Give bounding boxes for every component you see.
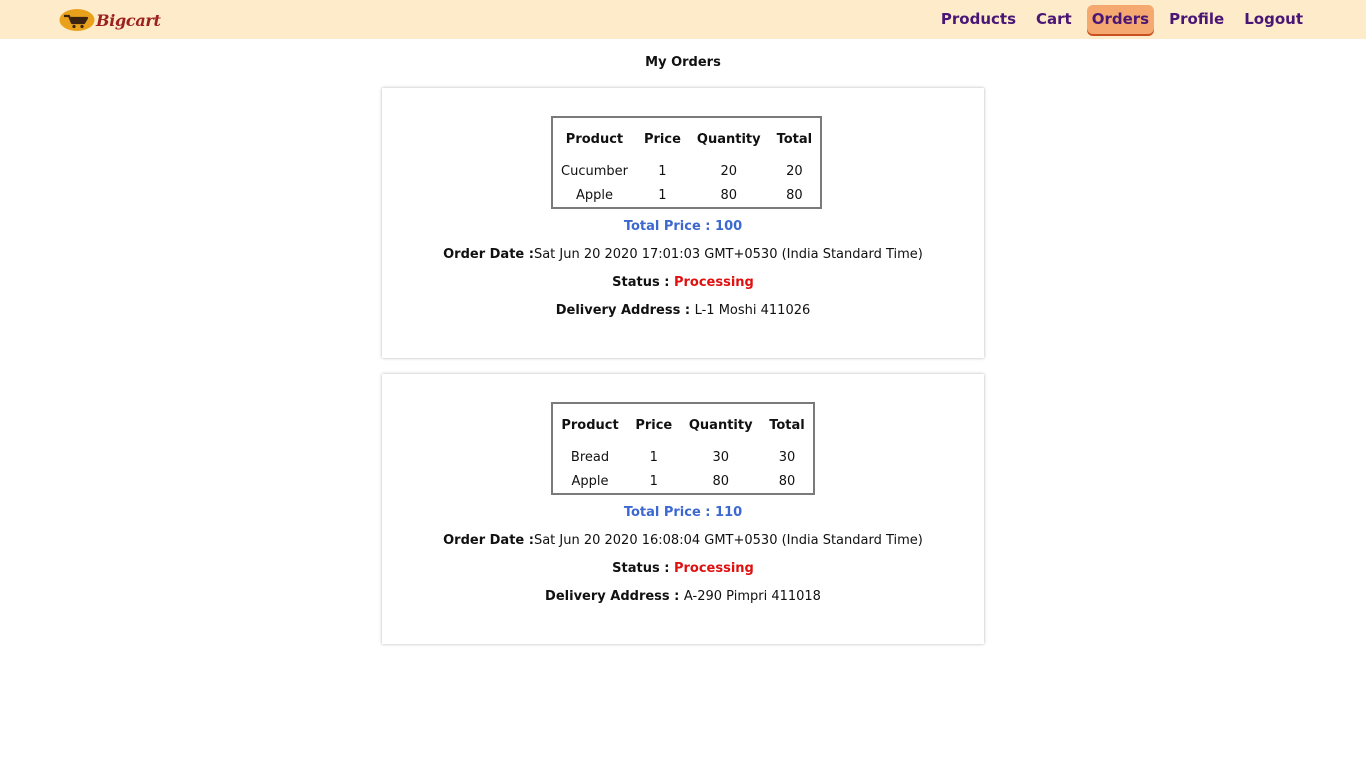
cell-product: Cucumber (561, 164, 628, 180)
cell-quantity: 80 (712, 473, 729, 489)
column-header-total: Total (776, 131, 813, 147)
order-card: Product Price Quantity Total Cucumber 1 … (382, 88, 984, 358)
total-price-label: Total Price : (623, 505, 716, 520)
brand[interactable]: Bigcart (59, 7, 161, 33)
top-navbar: Bigcart Products Cart Orders Profile Log… (0, 0, 1366, 39)
nav-products-link[interactable]: Products (936, 5, 1021, 34)
total-price-label: Total Price : (623, 219, 716, 234)
nav-logout-link[interactable]: Logout (1239, 5, 1308, 34)
nav-profile-link[interactable]: Profile (1164, 5, 1229, 34)
order-status: Status : Processing (382, 561, 984, 576)
table-header-row: Product Price Quantity Total (553, 118, 820, 160)
order-date-label: Order Date : (443, 247, 534, 262)
cell-product: Bread (570, 450, 610, 466)
column-header-price: Price (635, 417, 673, 433)
table-header-row: Product Price Quantity Total (553, 404, 813, 446)
column-header-total: Total (769, 417, 805, 433)
delivery-address-value: A-290 Pimpri 411018 (683, 589, 821, 604)
cell-product: Apple (571, 473, 609, 489)
column-header-product: Product (561, 417, 619, 433)
cell-total: 20 (786, 164, 803, 180)
cell-price: 1 (658, 164, 667, 180)
order-date-value: Sat Jun 20 2020 17:01:03 GMT+0530 (India… (533, 247, 923, 262)
table-row: Apple 1 80 80 (553, 470, 813, 494)
cell-quantity: 30 (712, 450, 729, 466)
brand-name: Bigcart (96, 10, 161, 30)
cart-logo-icon (59, 9, 95, 31)
order-card: Product Price Quantity Total Bread 1 30 … (382, 374, 984, 644)
table-row: Bread 1 30 30 (553, 446, 813, 470)
status-value: Processing (673, 275, 754, 290)
delivery-address-value: L-1 Moshi 411026 (694, 303, 811, 318)
status-value: Processing (673, 561, 754, 576)
cell-quantity: 20 (720, 164, 738, 180)
column-header-quantity: Quantity (688, 417, 753, 433)
delivery-address-label: Delivery Address : (555, 303, 695, 318)
total-price: Total Price : 110 (382, 505, 984, 520)
delivery-address: Delivery Address : A-290 Pimpri 411018 (382, 589, 984, 604)
order-date-value: Sat Jun 20 2020 16:08:04 GMT+0530 (India… (533, 533, 923, 548)
nav-orders-link[interactable]: Orders (1086, 5, 1155, 34)
cell-product: Apple (575, 187, 613, 203)
order-status: Status : Processing (382, 275, 984, 290)
cell-price: 1 (649, 450, 658, 466)
nav-cart-link[interactable]: Cart (1031, 5, 1077, 34)
order-date: Order Date :Sat Jun 20 2020 17:01:03 GMT… (382, 247, 984, 262)
order-items-table: Product Price Quantity Total Bread 1 30 … (551, 402, 815, 495)
total-price-value: 100 (715, 219, 743, 234)
cell-total: 30 (778, 450, 796, 466)
cell-price: 1 (649, 473, 658, 489)
main-nav: Products Cart Orders Profile Logout (926, 5, 1308, 34)
status-label: Status : (612, 561, 674, 576)
page-title: My Orders (645, 55, 721, 70)
table-row: Apple 1 80 80 (553, 184, 820, 208)
cell-total: 80 (778, 473, 796, 489)
status-label: Status : (612, 275, 674, 290)
delivery-address: Delivery Address : L-1 Moshi 411026 (382, 303, 984, 318)
column-header-product: Product (565, 131, 624, 147)
order-date-label: Order Date : (443, 533, 534, 548)
total-price: Total Price : 100 (382, 219, 984, 234)
column-header-quantity: Quantity (696, 131, 761, 147)
order-items-table: Product Price Quantity Total Cucumber 1 … (551, 116, 823, 209)
cell-price: 1 (658, 187, 667, 203)
cell-quantity: 80 (720, 187, 738, 203)
table-row: Cucumber 1 20 20 (553, 160, 820, 184)
cell-total: 80 (786, 187, 803, 203)
order-date: Order Date :Sat Jun 20 2020 16:08:04 GMT… (382, 533, 984, 548)
column-header-price: Price (643, 131, 681, 147)
delivery-address-label: Delivery Address : (545, 589, 684, 604)
total-price-value: 110 (715, 505, 743, 520)
